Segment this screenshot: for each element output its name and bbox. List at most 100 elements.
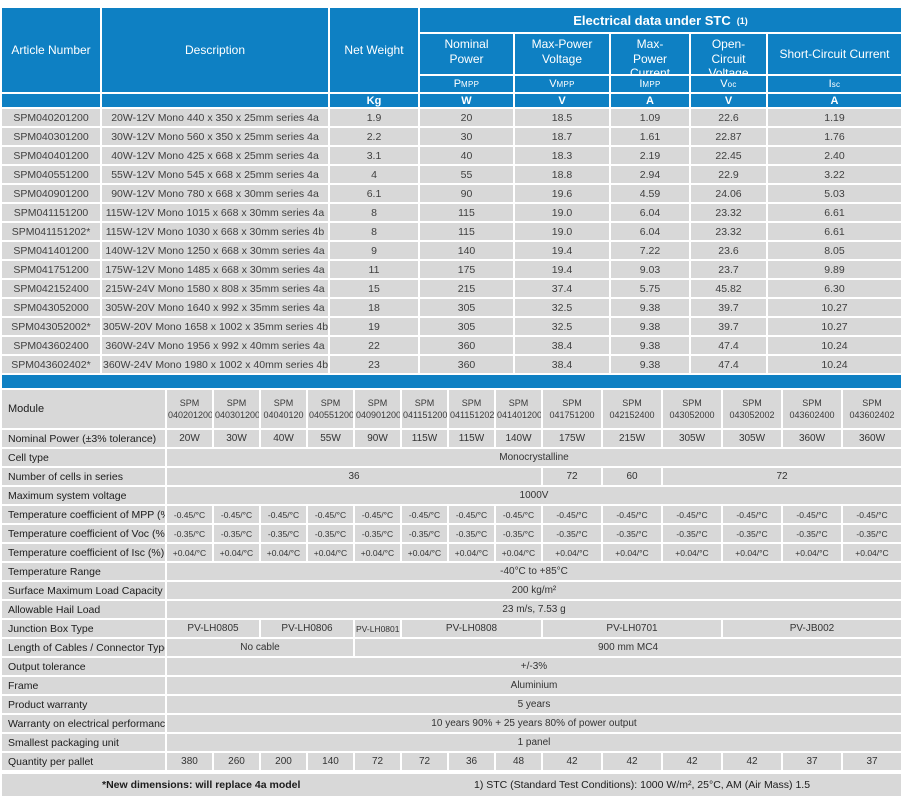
spec-table-body: Nominal Power (±3% tolerance)20W30W40W55… [2,430,901,770]
impp-value-cell: 9.38 [611,337,689,354]
article-number-cell: SPM043052000 [2,299,100,316]
pmpp-value-cell: 305 [420,299,513,316]
product-row: SPM042152400215W-24V Mono 1580 x 808 x 3… [2,280,901,297]
isc-symbol: Isc [768,76,901,92]
open-circuit-voltage-header: Open- Circuit Voltage [691,34,766,74]
spec-value-cell: 90W [355,430,400,447]
product-row: SPM04055120055W-12V Mono 545 x 668 x 25m… [2,166,901,183]
spec-value-cell: 140 [308,753,353,770]
net-weight-cell: 19 [330,318,418,335]
impp-value-cell: 9.38 [611,299,689,316]
impp-value-cell: 9.38 [611,318,689,335]
isc-value-cell: 1.76 [768,128,901,145]
spec-row: Temperature coefficient of MPP (%)-0.45/… [2,506,901,523]
net-weight-cell: 15 [330,280,418,297]
spec-value-cell: -0.35/°C [261,525,306,542]
spec-value-cell: -0.45/°C [167,506,212,523]
voc-value-cell: 39.7 [691,318,766,335]
stc-group-header: Electrical data under STC(1) [420,8,901,32]
net-weight-cell: 23 [330,356,418,373]
spec-value-cell: -0.45/°C [496,506,541,523]
spec-row-label: Maximum system voltage [2,487,165,504]
article-number-cell: SPM041401200 [2,242,100,259]
module-column-header: SPM 043052000 [663,390,721,428]
description-cell: 115W-12V Mono 1030 x 668 x 30mm series 4… [102,223,328,240]
spec-row-label: Surface Maximum Load Capacity [2,582,165,599]
voc-value-cell: 23.32 [691,223,766,240]
spec-value-cell: 115W [449,430,494,447]
section-divider-bar [2,375,901,388]
spec-value-cell: -0.45/°C [723,506,781,523]
spec-row-label: Temperature Range [2,563,165,580]
spec-value-cell: -0.35/°C [543,525,601,542]
product-row: SPM041151200115W-12V Mono 1015 x 668 x 3… [2,204,901,221]
spec-row: Surface Maximum Load Capacity200 kg/m² [2,582,901,599]
spec-value-cell: 30W [214,430,259,447]
voc-value-cell: 23.7 [691,261,766,278]
spec-value-cell: 305W [663,430,721,447]
stc-definition-note: 1) STC (Standard Test Conditions): 1000 … [474,779,810,791]
spec-row-label: Junction Box Type [2,620,165,637]
spec-row-label: Length of Cables / Connector Type [2,639,165,656]
header-units-row: Kg W V A V A [2,94,901,107]
pmpp-value-cell: 40 [420,147,513,164]
voc-value-cell: 24.06 [691,185,766,202]
spec-value-cell: 215W [603,430,661,447]
net-weight-cell: 1.9 [330,109,418,126]
spec-value-cell: 60 [603,468,661,485]
vmpp-value-cell: 18.5 [515,109,609,126]
spec-value-cell: -0.35/°C [214,525,259,542]
spec-row: Length of Cables / Connector TypeNo cabl… [2,639,901,656]
impp-value-cell: 5.75 [611,280,689,297]
spec-value-cell: +/-3% [167,658,901,675]
isc-value-cell: 9.89 [768,261,901,278]
module-column-header: SPM 04040120 [261,390,306,428]
spec-value-cell: Monocrystalline [167,449,901,466]
spec-value-cell: 1 panel [167,734,901,751]
spec-value-cell: +0.04/°C [783,544,841,561]
pmpp-value-cell: 90 [420,185,513,202]
spec-row-label: Temperature coefficient of MPP (%) [2,506,165,523]
pmpp-value-cell: 175 [420,261,513,278]
article-number-cell: SPM040401200 [2,147,100,164]
module-column-header: SPM 040901200 [355,390,400,428]
spec-row: Cell typeMonocrystalline [2,449,901,466]
impp-unit-cell: A [611,94,689,107]
impp-value-cell: 4.59 [611,185,689,202]
description-cell: 360W-24V Mono 1956 x 992 x 40mm series 4… [102,337,328,354]
spec-row: Maximum system voltage1000V [2,487,901,504]
spec-value-cell: 200 kg/m² [167,582,901,599]
module-column-header: SPM 043052002 [723,390,781,428]
net-weight-cell: 11 [330,261,418,278]
units-empty-cell [2,94,100,107]
voc-value-cell: 22.6 [691,109,766,126]
pmpp-unit-cell: W [420,94,513,107]
module-column-header: SPM 040551200 [308,390,353,428]
spec-row-label: Temperature coefficient of Isc (%) [2,544,165,561]
spec-value-cell: -0.45/°C [308,506,353,523]
description-cell: 305W-20V Mono 1640 x 992 x 35mm series 4… [102,299,328,316]
net-weight-header: Net Weight [330,8,418,92]
spec-row-label: Smallest packaging unit [2,734,165,751]
vmpp-value-cell: 32.5 [515,318,609,335]
product-row: SPM04020120020W-12V Mono 440 x 350 x 25m… [2,109,901,126]
pmpp-symbol: PMPP [420,76,513,92]
voc-value-cell: 22.87 [691,128,766,145]
isc-unit-cell: A [768,94,901,107]
impp-value-cell: 1.61 [611,128,689,145]
spec-value-cell: PV-LH0808 [402,620,541,637]
pmpp-value-cell: 115 [420,223,513,240]
net-weight-cell: 9 [330,242,418,259]
article-number-cell: SPM040301200 [2,128,100,145]
net-weight-cell: 22 [330,337,418,354]
product-row: SPM041751200175W-12V Mono 1485 x 668 x 3… [2,261,901,278]
spec-value-cell: +0.04/°C [843,544,901,561]
voc-value-cell: 47.4 [691,356,766,373]
voc-value-cell: 23.32 [691,204,766,221]
spec-row: Nominal Power (±3% tolerance)20W30W40W55… [2,430,901,447]
spec-value-cell: -40°C to +85°C [167,563,901,580]
isc-value-cell: 10.27 [768,318,901,335]
net-weight-cell: 8 [330,204,418,221]
spec-value-cell: 140W [496,430,541,447]
voc-value-cell: 23.6 [691,242,766,259]
